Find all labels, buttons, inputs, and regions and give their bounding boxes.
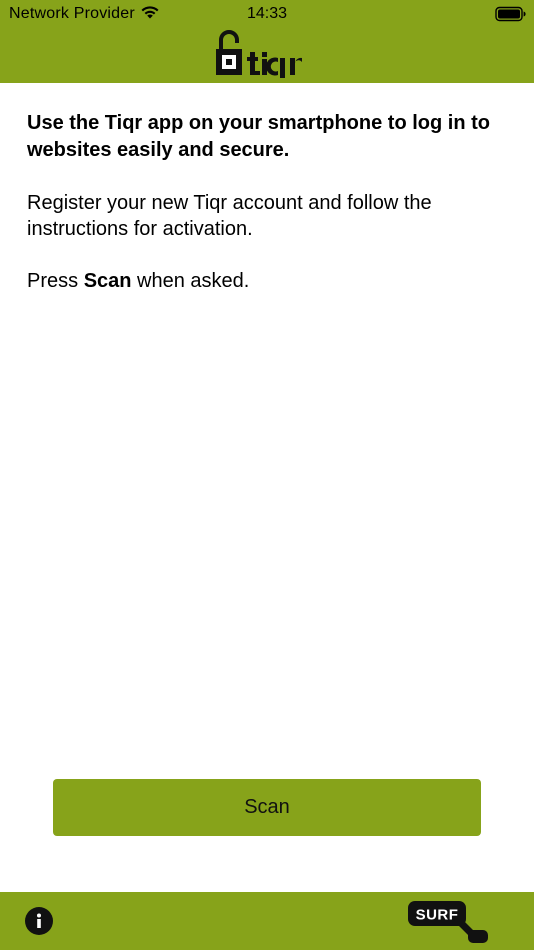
- instructions: Use the Tiqr app on your smartphone to l…: [27, 110, 517, 294]
- surf-logo-text: SURF: [416, 907, 459, 924]
- status-bar: Network Provider 14:33: [0, 0, 534, 28]
- press-suffix: when asked.: [131, 270, 250, 292]
- register-instructions: Register your new Tiqr account and follo…: [27, 192, 432, 240]
- battery-icon: [495, 6, 526, 22]
- scan-button[interactable]: Scan: [53, 779, 481, 836]
- info-icon[interactable]: [25, 907, 53, 935]
- header-bar: Network Provider 14:33: [0, 0, 534, 83]
- footer-bar: SURF: [0, 892, 534, 950]
- scan-keyword: Scan: [83, 270, 132, 292]
- status-time: 14:33: [246, 5, 288, 22]
- press-prefix: Press: [27, 270, 84, 292]
- scan-instructions: Press Scan when asked.: [27, 268, 517, 294]
- tiqr-logo: [216, 30, 302, 78]
- enroll-screen: Network Provider 14:33 Use the Tiqr app …: [0, 0, 534, 950]
- surf-logo[interactable]: SURF: [406, 898, 490, 944]
- intro-text: Use the Tiqr app on your smartphone to l…: [27, 112, 490, 161]
